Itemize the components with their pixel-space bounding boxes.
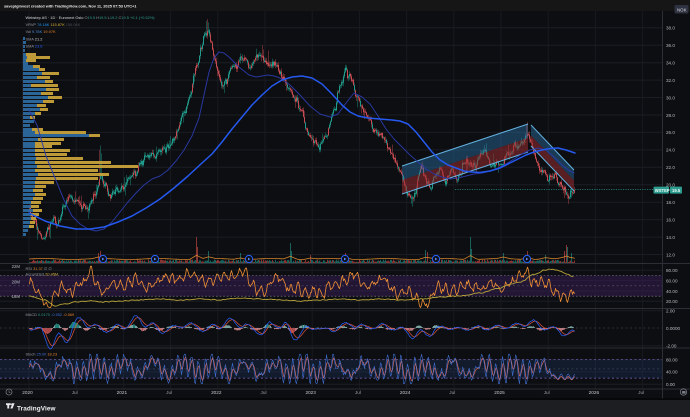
svg-text:2021: 2021 xyxy=(117,390,128,395)
svg-text:2025: 2025 xyxy=(494,390,505,395)
svg-text:Webstep AS · 1D · Euronext Osl: Webstep AS · 1D · Euronext Oslo O19.5 H1… xyxy=(26,15,156,20)
svg-text:19.5: 19.5 xyxy=(672,188,681,193)
svg-text:40.00: 40.00 xyxy=(666,289,678,294)
svg-text:2026: 2026 xyxy=(589,390,600,395)
svg-text:Vol 9.78K 19.97K: Vol 9.78K 19.97K xyxy=(26,29,57,34)
svg-text:38.0: 38.0 xyxy=(666,26,675,31)
svg-text:80.00: 80.00 xyxy=(666,358,678,363)
svg-text:Jul: Jul xyxy=(638,390,644,395)
svg-text:RSI 31.37 ∅ ∅: RSI 31.37 ∅ ∅ xyxy=(26,266,53,271)
svg-text:2.00: 2.00 xyxy=(666,309,675,314)
svg-text:Jul: Jul xyxy=(355,390,361,395)
svg-text:NOK: NOK xyxy=(677,7,687,12)
svg-text:16.0: 16.0 xyxy=(666,217,675,222)
svg-text:28.0: 28.0 xyxy=(666,113,675,118)
svg-text:20M: 20M xyxy=(12,279,21,284)
svg-text:Jul: Jul xyxy=(449,390,455,395)
svg-text:TradingView: TradingView xyxy=(17,405,56,412)
svg-text:0.0000: 0.0000 xyxy=(666,326,680,331)
svg-text:18.0: 18.0 xyxy=(666,200,675,205)
svg-text:12.0: 12.0 xyxy=(666,252,675,257)
svg-text:22M: 22M xyxy=(12,264,21,269)
svg-text:80.00: 80.00 xyxy=(666,268,678,273)
svg-text:2024: 2024 xyxy=(400,390,411,395)
svg-text:Stoch 25.00 18.23: Stoch 25.00 18.23 xyxy=(26,352,58,357)
svg-text:Jul: Jul xyxy=(72,390,78,395)
svg-text:-2.00: -2.00 xyxy=(666,344,677,349)
svg-text:14.0: 14.0 xyxy=(666,235,675,240)
svg-text:24.0: 24.0 xyxy=(666,148,675,153)
svg-text:60.00: 60.00 xyxy=(666,278,678,283)
svg-text:32.0: 32.0 xyxy=(666,78,675,83)
svg-text:2020: 2020 xyxy=(22,390,33,395)
svg-text:SMA 21.2: SMA 21.2 xyxy=(26,36,43,41)
svg-text:36.0: 36.0 xyxy=(666,43,675,48)
svg-text:22.0: 22.0 xyxy=(666,165,675,170)
svg-text:WSTEP: WSTEP xyxy=(655,188,670,193)
svg-text:20.00: 20.00 xyxy=(666,299,678,304)
svg-text:0.00: 0.00 xyxy=(666,382,675,387)
svg-text:40.00: 40.00 xyxy=(666,370,678,375)
svg-text:savepiginvest created with Tra: savepiginvest created with TradingView.c… xyxy=(4,4,137,9)
svg-text:30.0: 30.0 xyxy=(666,95,675,100)
svg-text:VRVP 78.18K 115.87K 156.06K: VRVP 78.18K 115.87K 156.06K xyxy=(26,22,81,27)
svg-text:26.0: 26.0 xyxy=(666,130,675,135)
svg-text:Jul: Jul xyxy=(261,390,267,395)
svg-text:Jul: Jul xyxy=(544,390,550,395)
svg-text:Jul: Jul xyxy=(166,390,172,395)
svg-text:2023: 2023 xyxy=(305,390,316,395)
svg-text:34.0: 34.0 xyxy=(666,61,675,66)
svg-text:18M: 18M xyxy=(12,294,21,299)
svg-text:2022: 2022 xyxy=(211,390,222,395)
svg-text:MACD 0.0170 -0.952 -0.569: MACD 0.0170 -0.952 -0.569 xyxy=(26,312,75,317)
svg-text:AccumDist 20.45M: AccumDist 20.45M xyxy=(26,272,59,277)
svg-text:SMA 23.6: SMA 23.6 xyxy=(26,44,43,49)
